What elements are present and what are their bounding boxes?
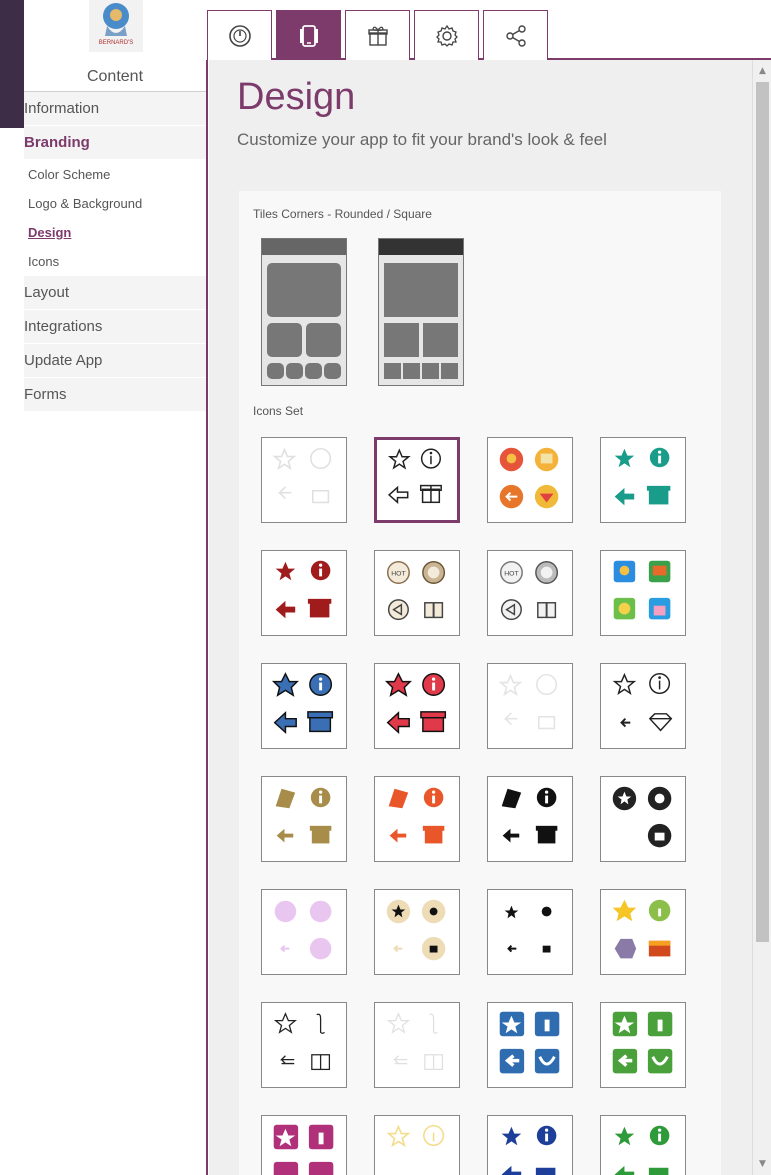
red-solid-icons <box>275 560 332 619</box>
faded-outline-icons <box>272 447 332 504</box>
gift-icon <box>367 26 388 46</box>
icon-set-option[interactable] <box>374 1002 460 1088</box>
sidebar-item-layout[interactable]: Layout <box>24 276 206 310</box>
glossy-colorful-icons <box>612 899 671 959</box>
icon-set-option[interactable] <box>374 663 460 749</box>
navy-solid-icons <box>501 1125 557 1175</box>
icon-set-option-selected[interactable] <box>374 437 460 523</box>
tiles-corners-label: Tiles Corners - Rounded / Square <box>253 207 432 221</box>
black-circle-icons <box>612 786 672 848</box>
sidebar-item-integrations[interactable]: Integrations <box>24 310 206 344</box>
icon-set-option[interactable] <box>600 1115 686 1175</box>
design-options-card: Tiles Corners - Rounded / Square Icons S… <box>239 191 721 1175</box>
sidebar-subitem-design[interactable]: Design <box>24 218 206 247</box>
small-black-icons <box>504 905 552 953</box>
icon-set-option[interactable] <box>487 437 573 523</box>
icon-set-option[interactable] <box>261 1002 347 1088</box>
main-scrollbar[interactable]: ▲ ▼ <box>752 60 771 1175</box>
left-accent-strip <box>0 58 24 128</box>
blue-outlined-icons <box>271 672 334 735</box>
sidebar-subitem-logo-background[interactable]: Logo & Background <box>24 189 206 218</box>
green-square-icons <box>612 1011 673 1074</box>
svg-text:HOT: HOT <box>391 570 406 577</box>
main-content: Design Customize your app to fit your br… <box>209 60 752 1175</box>
tab-share[interactable] <box>483 10 548 60</box>
page-subtitle: Customize your app to fit your brand's l… <box>237 130 607 149</box>
icon-set-option[interactable] <box>261 663 347 749</box>
tile-corners-square-option[interactable] <box>378 238 464 386</box>
icon-set-option[interactable] <box>374 1115 460 1175</box>
svg-text:HOT: HOT <box>504 570 519 577</box>
scroll-down-arrow-icon[interactable]: ▼ <box>753 1155 771 1173</box>
tab-settings[interactable] <box>414 10 479 60</box>
app-logo: BERNARD'S <box>88 0 143 52</box>
sidebar-item-branding[interactable]: Branding <box>24 126 206 160</box>
mobile-device-icon <box>299 24 318 47</box>
icon-set-option[interactable] <box>374 776 460 862</box>
icon-set-option[interactable] <box>600 550 686 636</box>
beige-circle-icons <box>386 899 446 961</box>
outline-diamond-icons <box>612 672 673 732</box>
icon-set-option[interactable] <box>374 889 460 975</box>
icon-set-option[interactable] <box>487 663 573 749</box>
grey-badge-icons: HOT <box>499 561 559 621</box>
orange-round-icons <box>499 447 559 509</box>
icon-set-option[interactable] <box>487 776 573 862</box>
icon-set-option[interactable] <box>261 889 347 975</box>
page-title: Design <box>237 76 356 118</box>
outline-icons <box>387 448 442 504</box>
sidebar-subitem-icons[interactable]: Icons <box>24 247 206 276</box>
icon-set-option[interactable] <box>261 776 347 862</box>
icon-set-option[interactable] <box>487 889 573 975</box>
tab-mobile-design[interactable] <box>276 10 341 60</box>
svg-text:BERNARD'S: BERNARD'S <box>98 40 133 46</box>
sidebar-item-update-app[interactable]: Update App <box>24 344 206 378</box>
icon-set-option[interactable] <box>261 1115 347 1175</box>
faded-outline-icons <box>498 673 558 730</box>
black-solid-icons <box>501 787 558 844</box>
thin-outline-icons <box>273 1012 331 1071</box>
scroll-up-arrow-icon[interactable]: ▲ <box>753 62 771 80</box>
lavender-circle-icons <box>274 900 332 960</box>
share-icon <box>505 24 526 47</box>
teal-solid-icons <box>614 447 671 506</box>
sidebar-header: Content <box>24 60 206 92</box>
vintage-badge-icons: HOT <box>386 561 446 621</box>
green-solid-icons <box>614 1125 670 1175</box>
icon-set-option[interactable] <box>487 1115 573 1175</box>
faded-yellow-outline-icons <box>386 1124 445 1148</box>
icon-set-option[interactable] <box>600 437 686 523</box>
logo-area: BERNARD'S <box>24 0 207 58</box>
tile-corners-rounded-option[interactable] <box>261 238 347 386</box>
icon-set-option[interactable] <box>487 1002 573 1088</box>
icon-set-option[interactable] <box>600 663 686 749</box>
icon-set-option[interactable] <box>600 1002 686 1088</box>
icon-set-option[interactable]: HOT <box>374 550 460 636</box>
colorful-square-icons <box>613 560 671 620</box>
gear-icon <box>435 24 458 47</box>
magenta-square-icons <box>273 1124 334 1175</box>
olive-solid-icons <box>275 787 332 844</box>
faded-thin-outline-icons <box>386 1012 444 1071</box>
sidebar-item-forms[interactable]: Forms <box>24 378 206 412</box>
red-outlined-icons <box>384 672 447 735</box>
orange-solid-icons <box>388 787 445 844</box>
blue-square-icons <box>499 1011 560 1074</box>
sidebar: Content Information Branding Color Schem… <box>24 60 208 1175</box>
top-tab-bar <box>207 0 771 60</box>
icons-set-label: Icons Set <box>253 404 304 418</box>
sidebar-subitem-color-scheme[interactable]: Color Scheme <box>24 160 206 189</box>
icon-set-option[interactable]: HOT <box>487 550 573 636</box>
tab-rewards[interactable] <box>345 10 410 60</box>
tab-dashboard[interactable] <box>207 10 272 60</box>
icon-set-option[interactable] <box>600 776 686 862</box>
icon-set-option[interactable] <box>261 550 347 636</box>
dashboard-icon <box>228 24 251 47</box>
sidebar-item-information[interactable]: Information <box>24 92 206 126</box>
icon-set-option[interactable] <box>600 889 686 975</box>
scroll-thumb[interactable] <box>756 82 769 942</box>
icon-set-option[interactable] <box>261 437 347 523</box>
